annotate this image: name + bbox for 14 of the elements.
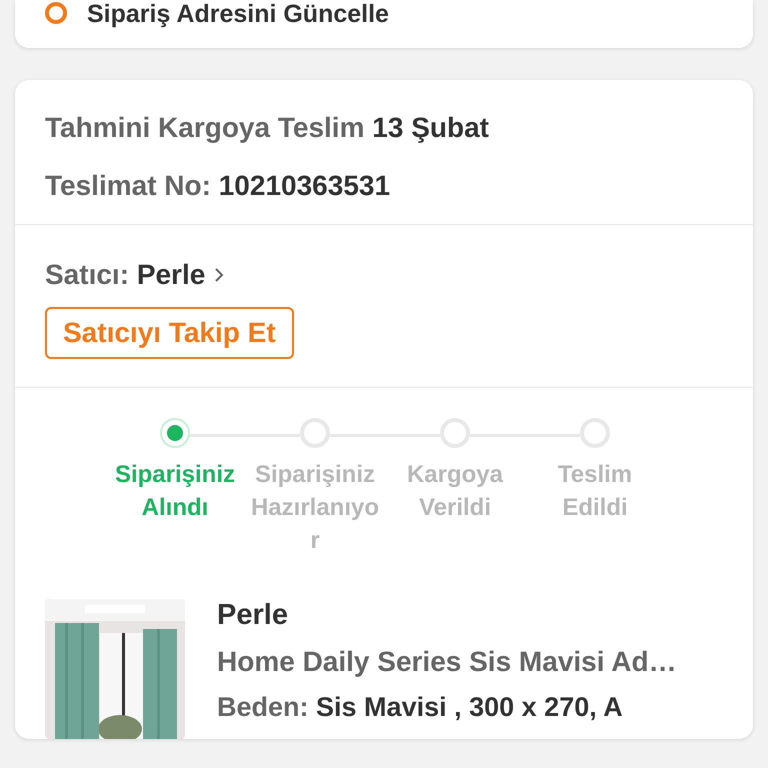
step-label: Siparişiniz Hazırlanıyor	[250, 460, 380, 556]
location-icon	[45, 2, 67, 24]
step-label: Teslim Edildi	[556, 460, 634, 523]
step-label: Siparişiniz Alındı	[114, 460, 236, 523]
chevron-icon	[213, 266, 226, 284]
delivery-number: Teslimat No: 10210363531	[45, 169, 392, 203]
step-label: Kargoya Verildi	[406, 460, 504, 523]
estimated-delivery: Tahmini Kargoya Teslim 13 Şubat	[45, 111, 490, 145]
product-title: Home Daily Series Sis Mavisi Ad…	[217, 646, 677, 678]
update-address-link[interactable]: Sipariş Adresini Güncelle	[87, 2, 389, 27]
address-card[interactable]: Sipariş Adresini Güncelle	[15, 0, 753, 48]
product-variant: Beden: Sis Mavisi , 300 x 270, A	[217, 692, 624, 723]
product-brand: Perle	[217, 599, 289, 632]
seller-name[interactable]: Satıcı: Perle	[45, 257, 206, 293]
